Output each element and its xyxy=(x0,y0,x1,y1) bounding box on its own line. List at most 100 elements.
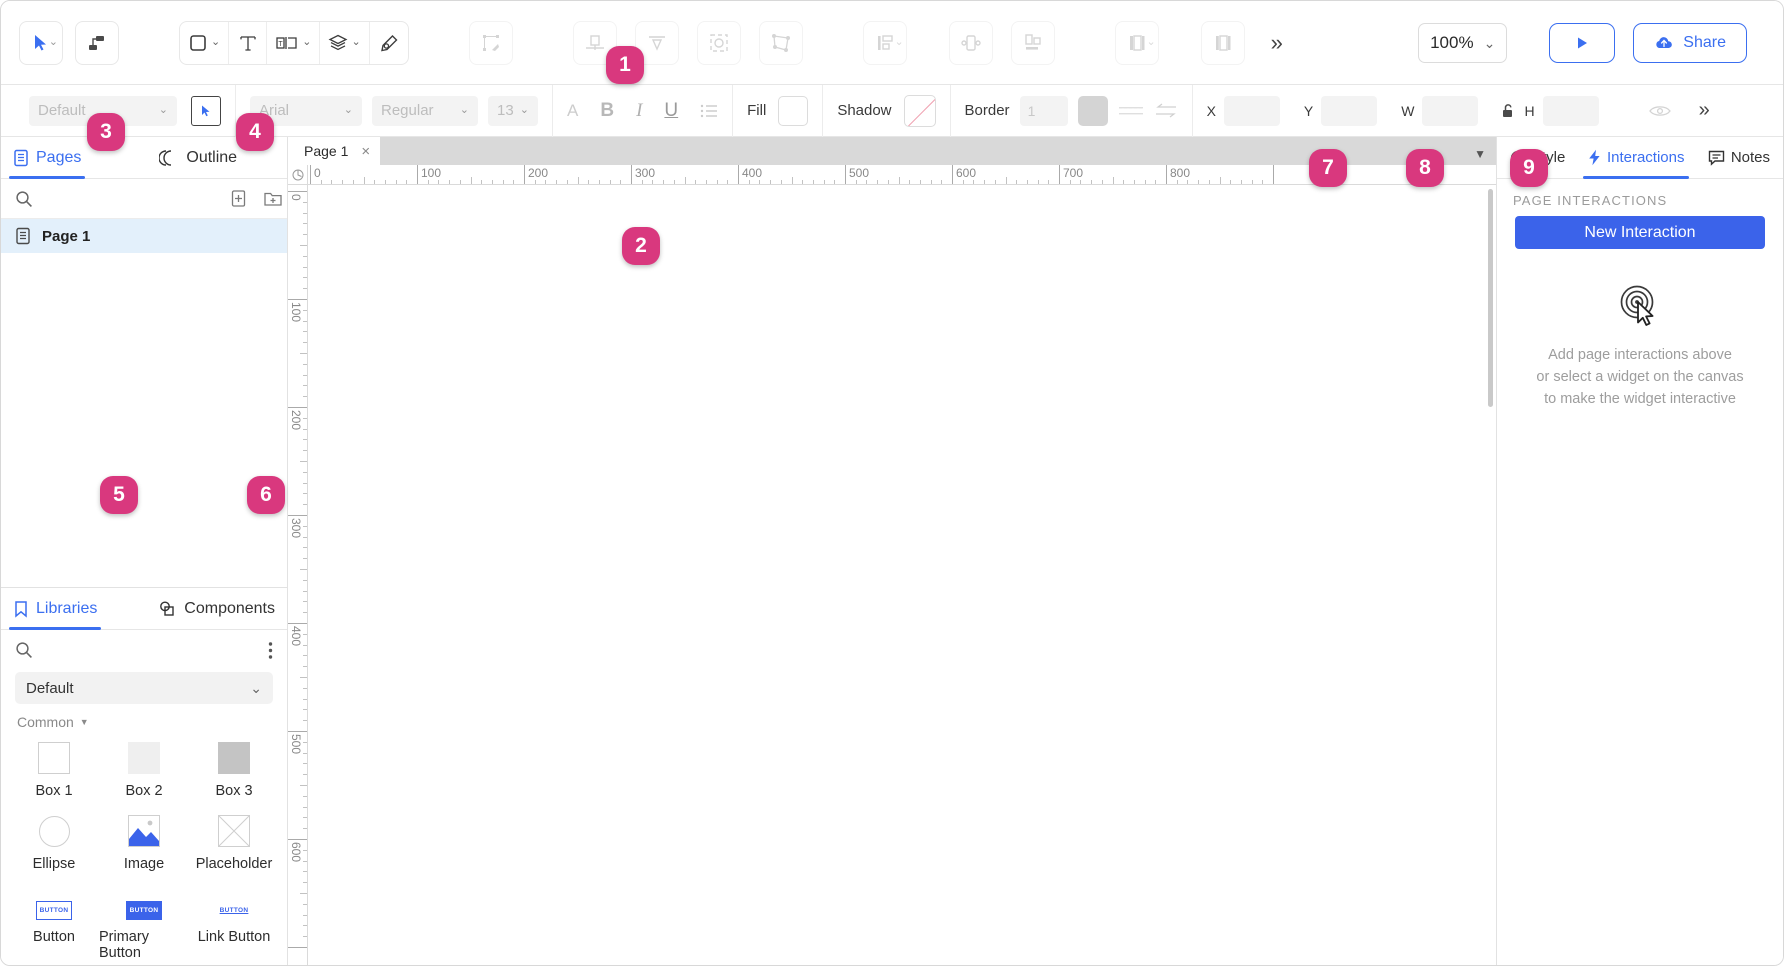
visibility-eye-icon[interactable] xyxy=(1649,104,1671,118)
toolbar-overflow-button[interactable]: » xyxy=(1271,30,1280,56)
chevron-down-icon[interactable]: ⌄ xyxy=(211,37,220,48)
widget-category[interactable]: Common ▼ xyxy=(1,714,287,740)
tab-libraries[interactable]: Libraries xyxy=(1,588,109,629)
text-color-button[interactable]: A xyxy=(567,101,578,121)
ruler-tick xyxy=(303,439,307,440)
group-button[interactable] xyxy=(697,21,741,65)
close-icon[interactable]: × xyxy=(361,143,370,160)
chevron-down-icon[interactable]: ▼ xyxy=(1474,147,1486,161)
ruler-tick xyxy=(303,655,307,656)
font-weight-select[interactable]: Regular ⌄ xyxy=(372,96,478,126)
lock-aspect-icon[interactable] xyxy=(1500,103,1516,119)
library-options-icon[interactable] xyxy=(268,641,273,660)
chevron-down-icon[interactable]: ⌄ xyxy=(250,681,262,695)
x-input[interactable] xyxy=(1224,96,1280,126)
tab-interactions[interactable]: Interactions xyxy=(1579,137,1694,178)
border-style-button[interactable] xyxy=(1118,104,1144,118)
ruler-tick xyxy=(1187,180,1188,184)
add-folder-icon[interactable] xyxy=(263,189,283,208)
cursor-tool-button[interactable]: ⌄ xyxy=(19,21,63,65)
ruler-tick xyxy=(303,213,307,214)
chevron-down-icon[interactable]: ⌄ xyxy=(159,105,168,116)
design-canvas[interactable] xyxy=(308,185,1496,966)
chevron-down-icon[interactable]: ⌄ xyxy=(1146,37,1155,48)
widget-primary-button[interactable]: BUTTON Primary Button xyxy=(99,886,189,961)
edit-points-tool-button[interactable] xyxy=(469,21,513,65)
w-label: W xyxy=(1401,103,1414,119)
y-input[interactable] xyxy=(1321,96,1377,126)
pen-tool-button[interactable] xyxy=(370,22,408,64)
border-width-input[interactable]: 1 xyxy=(1020,96,1068,126)
connector-tool-button[interactable] xyxy=(75,21,119,65)
border-arrow-button[interactable] xyxy=(1154,103,1178,119)
tab-outline[interactable]: Outline xyxy=(147,137,249,178)
panel-button[interactable] xyxy=(1201,21,1245,65)
library-select[interactable]: Default ⌄ xyxy=(15,672,273,704)
tab-pages[interactable]: Pages xyxy=(1,137,93,178)
widget-ellipse[interactable]: Ellipse xyxy=(9,813,99,872)
shadow-label: Shadow xyxy=(837,102,891,119)
widget-link-button[interactable]: BUTTON Link Button xyxy=(189,886,279,961)
bold-button[interactable]: B xyxy=(600,100,614,122)
chevron-down-icon[interactable]: ⌄ xyxy=(344,105,353,116)
widget-box-2[interactable]: Box 2 xyxy=(99,740,189,799)
shadow-swatch[interactable] xyxy=(904,95,936,127)
widget-box-1[interactable]: Box 1 xyxy=(9,740,99,799)
properties-overflow-button[interactable]: » xyxy=(1699,99,1707,122)
canvas-page-tab[interactable]: Page 1 × xyxy=(288,137,380,165)
add-page-icon[interactable] xyxy=(230,189,247,208)
fill-color-swatch[interactable] xyxy=(778,96,808,126)
ruler-tick xyxy=(303,925,307,926)
ruler-tick xyxy=(303,375,307,376)
rectangle-tool-button[interactable]: ⌄ xyxy=(180,22,229,64)
center-align-button[interactable] xyxy=(949,21,993,65)
w-input[interactable] xyxy=(1422,96,1478,126)
library-search-input[interactable] xyxy=(41,642,260,658)
chevron-down-icon[interactable]: ⌄ xyxy=(49,37,58,48)
page-list-item[interactable]: Page 1 xyxy=(1,219,287,253)
text-tool-button[interactable] xyxy=(229,22,267,64)
ruler-origin-icon[interactable] xyxy=(288,165,308,185)
search-icon xyxy=(15,190,33,208)
tab-notes[interactable]: Notes xyxy=(1699,137,1779,178)
chevron-down-icon[interactable]: ⌄ xyxy=(520,105,529,116)
italic-button[interactable]: I xyxy=(636,100,642,122)
ungroup-button[interactable] xyxy=(759,21,803,65)
ruler-tick xyxy=(481,180,482,184)
font-size-select[interactable]: 13 ⌄ xyxy=(488,96,538,126)
chevron-down-icon[interactable]: ⌄ xyxy=(894,37,903,48)
chevron-down-icon[interactable]: ▼ xyxy=(80,717,89,727)
widget-placeholder[interactable]: Placeholder xyxy=(189,813,279,872)
widget-button[interactable]: BUTTON Button xyxy=(9,886,99,961)
share-button[interactable]: Share xyxy=(1633,23,1747,63)
share-label: Share xyxy=(1683,34,1726,52)
layers-tool-button[interactable]: ⌄ xyxy=(320,22,369,64)
new-interaction-button[interactable]: New Interaction xyxy=(1515,216,1765,249)
ruler-tick xyxy=(471,177,472,184)
pick-style-button[interactable] xyxy=(191,96,221,126)
underline-button[interactable]: U xyxy=(664,100,678,122)
widget-image[interactable]: Image xyxy=(99,813,189,872)
ruler-tick xyxy=(303,493,307,494)
zoom-select[interactable]: 100% ⌄ xyxy=(1418,23,1507,63)
ruler-tick xyxy=(973,180,974,184)
widget-box-3[interactable]: Box 3 xyxy=(189,740,279,799)
split-panel-button[interactable]: ⌄ xyxy=(1115,21,1159,65)
ruler-tick xyxy=(888,180,889,184)
tab-components[interactable]: Components xyxy=(146,588,287,629)
chevron-down-icon[interactable]: ⌄ xyxy=(302,37,311,48)
x-label: X xyxy=(1207,103,1216,119)
list-align-button[interactable]: ⌄ xyxy=(863,21,907,65)
h-input[interactable] xyxy=(1543,96,1599,126)
chevron-down-icon[interactable]: ⌄ xyxy=(351,37,360,48)
border-color-swatch[interactable] xyxy=(1078,96,1108,126)
input-field-tool-button[interactable]: T ⌄ xyxy=(267,22,320,64)
pages-search-input[interactable] xyxy=(41,191,222,207)
ruler-tick xyxy=(866,180,867,184)
canvas-vertical-scrollbar[interactable] xyxy=(1488,189,1493,407)
preview-play-button[interactable] xyxy=(1549,23,1615,63)
bullet-list-button[interactable] xyxy=(700,104,718,118)
chevron-down-icon[interactable]: ⌄ xyxy=(1484,36,1496,50)
chevron-down-icon[interactable]: ⌄ xyxy=(460,105,469,116)
stack-button[interactable] xyxy=(1011,21,1055,65)
